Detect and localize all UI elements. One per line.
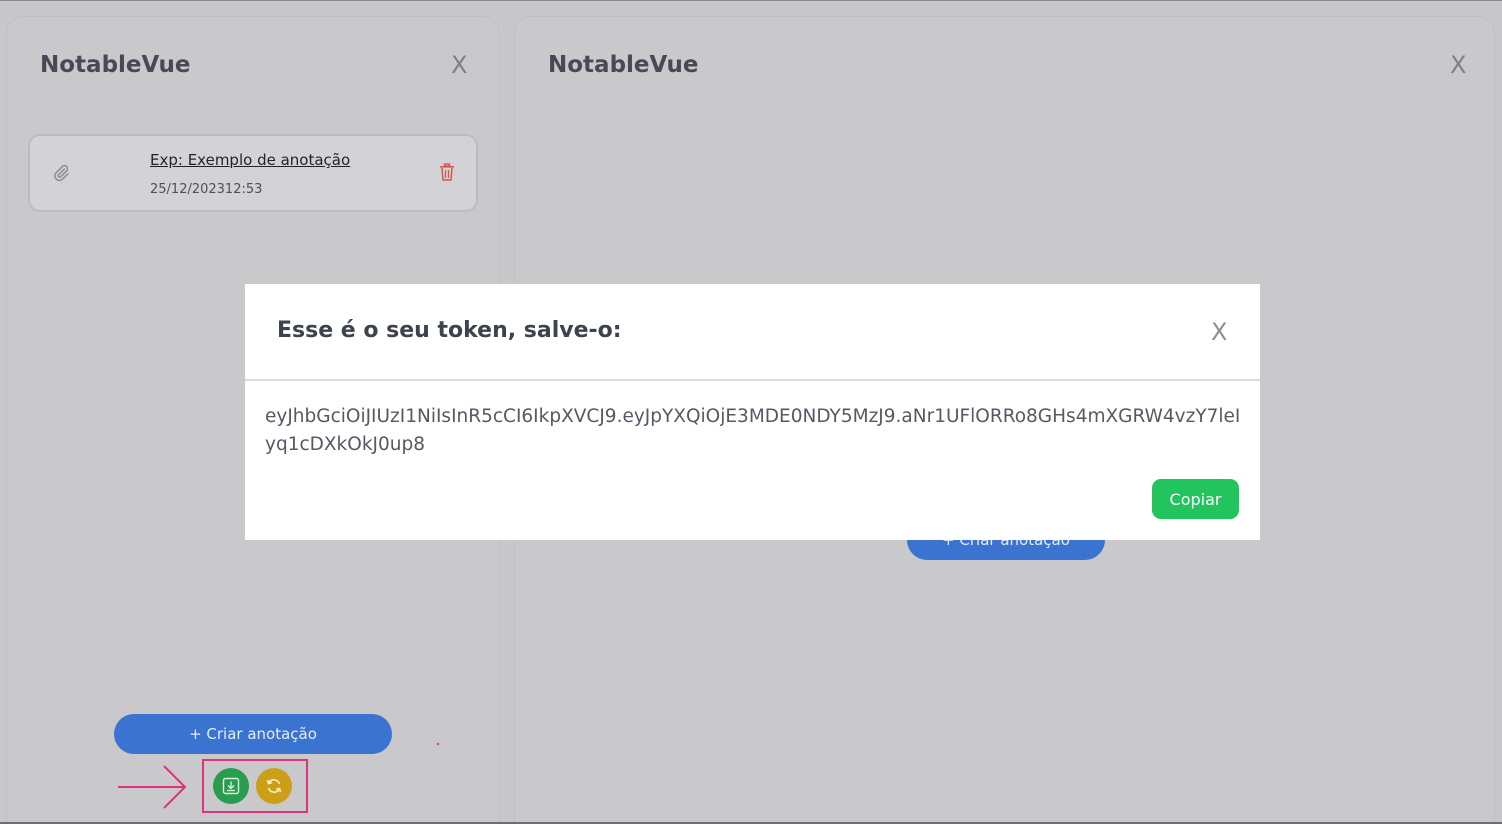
editor-title: NotableVue (548, 52, 699, 78)
modal-close-button[interactable]: X (1211, 318, 1227, 346)
annotation-dot (437, 743, 439, 745)
token-modal: Esse é o seu token, salve-o: X eyJhbGciO… (245, 284, 1260, 540)
download-icon (222, 777, 240, 795)
sidebar-close-button[interactable]: X (451, 51, 467, 79)
copy-button[interactable]: Copiar (1152, 479, 1239, 519)
modal-title: Esse é o seu token, salve-o: (277, 318, 622, 343)
note-list-item[interactable]: Exp: Exemplo de anotação 25/12/202312:53 (28, 134, 478, 212)
note-title-link[interactable]: Exp: Exemplo de anotação (150, 151, 350, 169)
sync-button[interactable] (256, 768, 292, 804)
download-button[interactable] (213, 768, 249, 804)
modal-header: Esse é o seu token, salve-o: X (245, 284, 1260, 381)
paperclip-icon (54, 164, 69, 182)
trash-icon[interactable] (439, 163, 455, 181)
token-text: eyJhbGciOiJIUzI1NiIsInR5cCI6IkpXVCJ9.eyJ… (265, 406, 1241, 455)
editor-close-button[interactable]: X (1450, 51, 1466, 79)
window-top-border (0, 0, 1502, 1)
note-date: 25/12/202312:53 (150, 182, 263, 197)
arrow-annotation-icon (118, 765, 187, 809)
sync-icon (266, 779, 282, 793)
sidebar-title: NotableVue (40, 52, 191, 78)
create-note-button[interactable]: + Criar anotação (114, 714, 392, 754)
